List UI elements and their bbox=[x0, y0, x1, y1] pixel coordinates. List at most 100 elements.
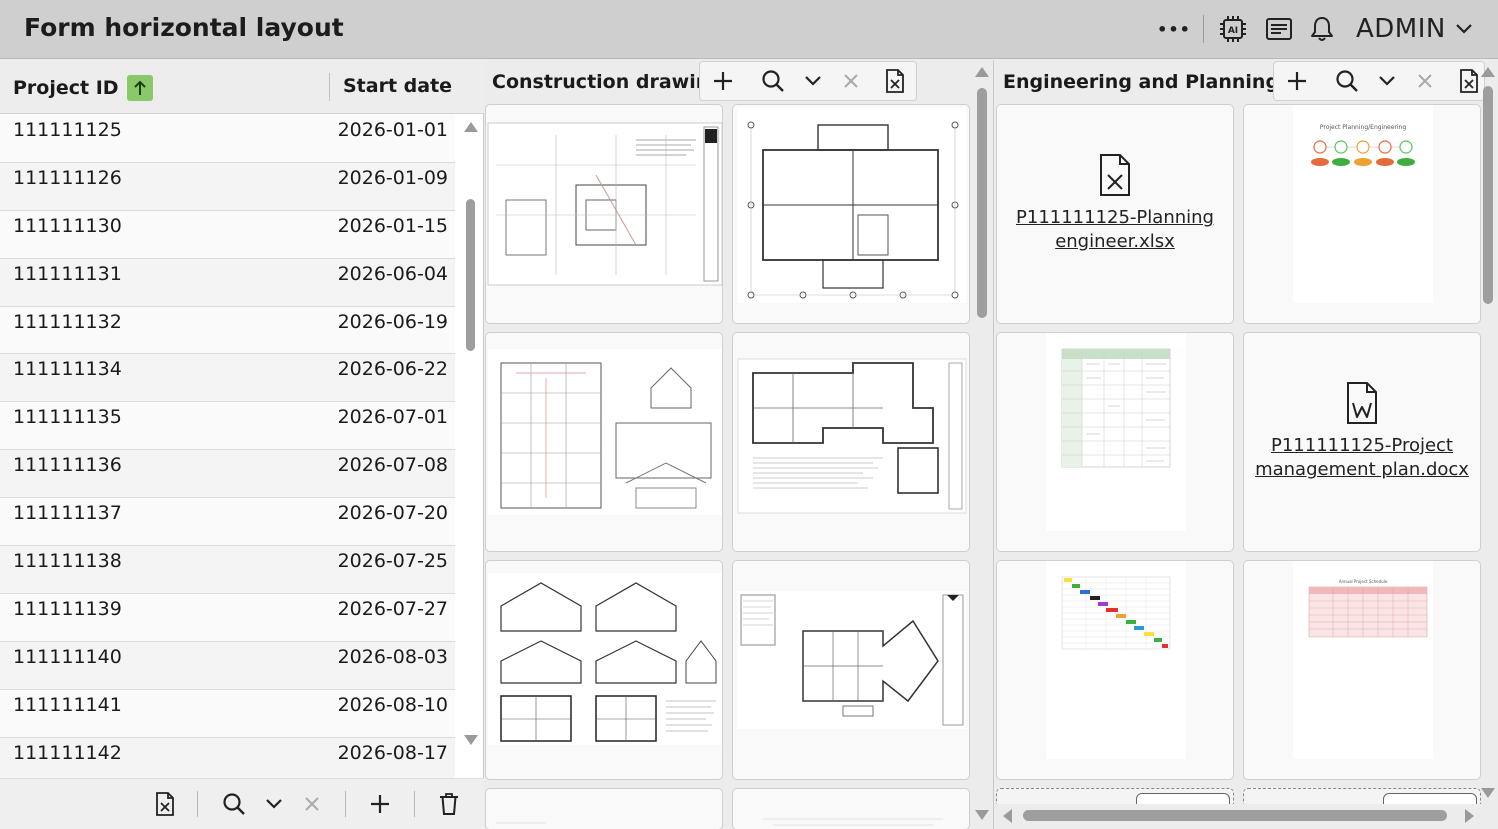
column-resize-handle[interactable] bbox=[329, 73, 330, 101]
table-vertical-scrollbar[interactable] bbox=[458, 115, 484, 812]
cell-start-date: 2026-07-08 bbox=[337, 454, 448, 477]
drawing-image bbox=[737, 358, 967, 514]
table-row[interactable]: 111111126 2026-01-09 bbox=[0, 162, 455, 211]
drawing-image bbox=[487, 122, 722, 286]
gallery-toolbar bbox=[1273, 61, 1485, 101]
column-header-start-date[interactable]: Start date bbox=[343, 75, 452, 97]
table-row[interactable]: 111111131 2026-06-04 bbox=[0, 258, 455, 307]
cell-project-id: 111111131 bbox=[13, 262, 122, 285]
drawing-thumbnail[interactable] bbox=[732, 560, 970, 780]
table-row[interactable]: 111111139 2026-07-27 bbox=[0, 593, 455, 642]
clear-search-button[interactable] bbox=[1410, 66, 1440, 96]
search-options-button[interactable] bbox=[798, 66, 828, 96]
cell-project-id: 111111140 bbox=[13, 645, 122, 668]
plus-icon bbox=[714, 72, 732, 90]
ai-chip-icon: AI bbox=[1220, 16, 1246, 42]
export-excel-button[interactable] bbox=[150, 789, 180, 819]
drawing-thumbnail[interactable] bbox=[732, 332, 970, 552]
svg-text:Project Planning/Engineering: Project Planning/Engineering bbox=[1320, 124, 1406, 131]
drawing-thumbnail[interactable] bbox=[732, 104, 970, 324]
search-options-button[interactable] bbox=[259, 789, 289, 819]
toolbar-divider bbox=[414, 791, 415, 817]
ai-assistant-button[interactable]: AI bbox=[1216, 12, 1250, 46]
file-name-line: P111111125-Planning bbox=[1016, 207, 1214, 228]
table-row[interactable]: 111111130 2026-01-15 bbox=[0, 210, 455, 259]
document-preview bbox=[1046, 333, 1186, 531]
drawing-thumbnail[interactable] bbox=[732, 788, 970, 829]
gallery-horizontal-scrollbar[interactable] bbox=[995, 804, 1498, 829]
export-excel-button[interactable] bbox=[880, 66, 910, 96]
cell-project-id: 111111141 bbox=[13, 693, 122, 716]
file-thumbnail[interactable] bbox=[996, 332, 1234, 552]
clear-search-button[interactable] bbox=[297, 789, 327, 819]
table-row[interactable]: 111111134 2026-06-22 bbox=[0, 354, 455, 403]
table-row[interactable]: 111111137 2026-07-20 bbox=[0, 498, 455, 547]
delete-row-button[interactable] bbox=[434, 789, 464, 819]
table-row[interactable]: 111111140 2026-08-03 bbox=[0, 641, 455, 690]
chevron-down-icon bbox=[805, 76, 821, 86]
file-tile-project-management-plan[interactable]: P111111125-Project management plan.docx bbox=[1243, 332, 1481, 552]
file-name-line: P111111125-Project bbox=[1270, 435, 1453, 456]
column-header-project-id[interactable]: Project ID bbox=[13, 75, 153, 101]
file-thumbnail[interactable]: Annual Project Schedule bbox=[1243, 560, 1481, 780]
add-file-button[interactable] bbox=[1282, 66, 1312, 96]
file-thumbnail[interactable] bbox=[996, 560, 1234, 780]
gallery-vertical-scrollbar[interactable] bbox=[1474, 60, 1498, 800]
clear-search-button[interactable] bbox=[836, 66, 866, 96]
more-options-button[interactable]: ••• bbox=[1157, 12, 1190, 46]
file-link[interactable]: P111111125-Project management plan.docx bbox=[1244, 434, 1480, 482]
table-row[interactable]: 111111138 2026-07-25 bbox=[0, 546, 455, 594]
file-tile-planning-engineer[interactable]: P111111125-Planning engineer.xlsx bbox=[996, 104, 1234, 324]
drawing-image bbox=[488, 349, 722, 515]
table-row[interactable]: 111111135 2026-07-01 bbox=[0, 402, 455, 451]
cell-project-id: 111111132 bbox=[13, 310, 122, 333]
table-row[interactable]: 111111141 2026-08-10 bbox=[0, 689, 455, 738]
user-menu-button[interactable]: ADMIN bbox=[1356, 12, 1476, 46]
app-header: Form horizontal layout ••• AI ADMIN bbox=[0, 0, 1498, 59]
search-icon bbox=[1336, 70, 1358, 92]
search-options-button[interactable] bbox=[1372, 66, 1402, 96]
search-icon bbox=[223, 793, 245, 815]
drawing-thumbnail[interactable] bbox=[485, 332, 723, 552]
search-button[interactable] bbox=[1332, 66, 1362, 96]
plus-icon bbox=[371, 795, 389, 813]
table-row[interactable]: 111111125 2026-01-01 bbox=[0, 115, 455, 163]
sort-ascending-icon[interactable] bbox=[126, 75, 153, 101]
add-row-button[interactable] bbox=[365, 789, 395, 819]
table-body: 111111125 2026-01-01 111111126 2026-01-09 … bbox=[0, 115, 455, 812]
header-divider bbox=[1203, 15, 1204, 43]
construction-drawings-panel: Construction drawings bbox=[485, 60, 994, 829]
add-image-button[interactable] bbox=[708, 66, 738, 96]
chevron-down-icon bbox=[1379, 76, 1395, 86]
drawing-thumbnail[interactable] bbox=[485, 104, 723, 324]
excel-file-icon bbox=[1100, 154, 1130, 196]
file-link[interactable]: P111111125-Planning engineer.xlsx bbox=[997, 206, 1233, 254]
drawing-thumbnail[interactable] bbox=[485, 788, 723, 829]
drawing-thumbnail[interactable] bbox=[485, 560, 723, 780]
engineering-planning-panel: Engineering and Planning files P11111112… bbox=[995, 60, 1498, 829]
toolbar-divider bbox=[197, 791, 198, 817]
cell-start-date: 2026-01-09 bbox=[337, 166, 448, 189]
table-row[interactable]: 111111136 2026-07-08 bbox=[0, 450, 455, 499]
chevron-down-icon bbox=[1456, 24, 1472, 34]
cell-start-date: 2026-07-27 bbox=[337, 597, 448, 620]
table-row[interactable]: 111111132 2026-06-19 bbox=[0, 306, 455, 355]
cell-project-id: 111111125 bbox=[13, 119, 122, 141]
news-button[interactable] bbox=[1262, 12, 1296, 46]
trash-icon bbox=[440, 793, 458, 815]
gallery-toolbar bbox=[699, 61, 917, 101]
file-thumbnail[interactable]: Project Planning/Engineering bbox=[1243, 104, 1481, 324]
cell-start-date: 2026-07-25 bbox=[337, 550, 448, 573]
drawing-image bbox=[488, 573, 722, 745]
svg-text:AI: AI bbox=[1228, 26, 1238, 36]
cell-project-id: 111111126 bbox=[13, 166, 122, 189]
notifications-button[interactable] bbox=[1306, 12, 1338, 46]
close-icon bbox=[1418, 74, 1432, 88]
cell-project-id: 111111138 bbox=[13, 550, 122, 573]
search-button[interactable] bbox=[758, 66, 788, 96]
gallery-vertical-scrollbar[interactable] bbox=[970, 60, 994, 829]
panel-title: Construction drawings bbox=[492, 71, 735, 93]
cell-start-date: 2026-07-20 bbox=[337, 502, 448, 525]
search-button[interactable] bbox=[219, 789, 249, 819]
search-icon bbox=[762, 70, 784, 92]
